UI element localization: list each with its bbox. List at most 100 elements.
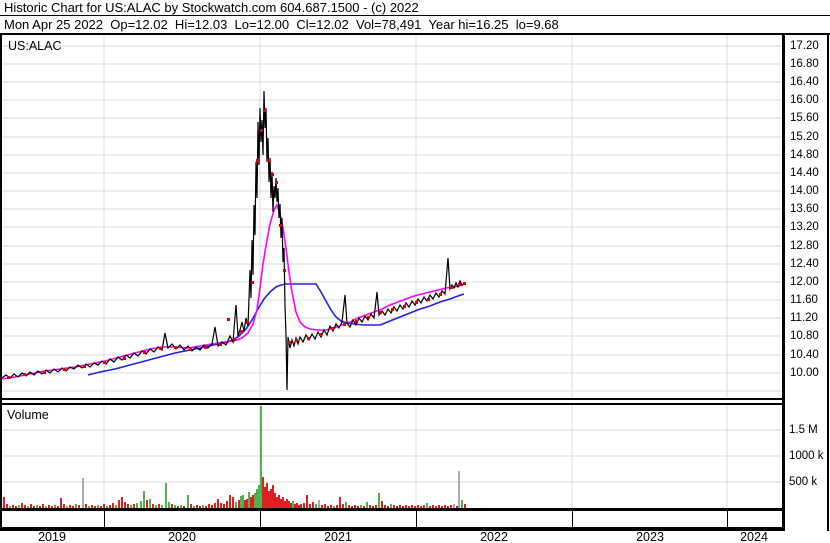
header-separator	[0, 15, 830, 16]
down-close-tick	[219, 343, 222, 346]
volume-bar	[278, 495, 280, 508]
year-tick	[416, 511, 417, 527]
volume-bar	[282, 497, 284, 508]
down-close-tick	[355, 320, 358, 323]
down-close-tick	[227, 318, 230, 321]
volume-bar	[378, 493, 380, 508]
price-tick-label: 14.40	[790, 167, 819, 179]
down-close-tick	[260, 129, 263, 132]
axis-column-divider	[782, 33, 785, 531]
symbol-label: US:ALAC	[8, 39, 62, 53]
volume-bar	[292, 501, 294, 508]
volume-bar	[339, 497, 341, 508]
main-chart-bottom-border	[0, 398, 785, 400]
price-tick-label: 10.40	[790, 349, 819, 361]
down-close-tick	[123, 357, 126, 360]
down-close-tick	[267, 159, 270, 162]
down-close-tick	[343, 323, 346, 326]
volume-bar	[268, 491, 270, 508]
year-label: 2021	[324, 530, 352, 543]
down-close-tick	[83, 365, 86, 368]
volume-bar	[244, 500, 246, 508]
down-close-tick	[143, 351, 146, 354]
down-close-tick	[174, 346, 177, 349]
down-close-tick	[307, 337, 310, 340]
volume-bar	[256, 489, 258, 508]
volume-bar	[60, 498, 62, 508]
price-tick-label: 11.20	[790, 312, 818, 324]
volume-bar	[258, 485, 260, 508]
down-close-tick	[233, 338, 236, 341]
price-tick-label: 15.60	[790, 112, 819, 124]
price-chart-svg	[2, 35, 782, 398]
price-tick-label: 15.20	[790, 131, 819, 143]
down-close-tick	[415, 301, 418, 304]
volume-bar	[260, 406, 262, 508]
volume-bar	[458, 471, 460, 508]
volume-bottom-border	[0, 508, 785, 511]
price-tick-label: 16.80	[790, 58, 819, 70]
year-label: 2023	[636, 530, 664, 543]
volume-bar	[240, 496, 242, 508]
volume-bar	[276, 497, 278, 508]
volume-bar	[232, 497, 234, 508]
price-tick-label: 10.00	[790, 367, 819, 379]
year-tick	[104, 511, 105, 527]
chart-title: Historic Chart for US:ALAC by Stockwatch…	[4, 0, 419, 15]
volume-bar	[272, 485, 274, 508]
price-tick-label: 16.40	[790, 76, 819, 88]
down-close-tick	[279, 224, 282, 227]
year-label: 2020	[168, 530, 196, 543]
volume-bar	[246, 499, 248, 508]
volume-bar	[270, 489, 272, 508]
volume-bar	[286, 499, 288, 508]
down-close-tick	[204, 346, 207, 349]
down-close-tick	[463, 282, 466, 285]
year-label: 2022	[480, 530, 508, 543]
volume-pane-label: Volume	[7, 408, 49, 422]
volume-bar	[306, 495, 308, 508]
volume-bar	[288, 501, 290, 508]
price-tick-label: 14.80	[790, 149, 819, 161]
volume-bar	[254, 493, 256, 508]
down-close-tick	[256, 159, 259, 162]
price-tick-label: 17.20	[790, 40, 819, 52]
volume-bar	[143, 491, 145, 508]
volume-bar	[118, 500, 120, 508]
volume-bar	[284, 501, 286, 508]
volume-bar	[149, 499, 151, 508]
volume-bar	[274, 493, 276, 508]
year-label: 2024	[740, 530, 768, 543]
price-tick-label: 11.60	[790, 294, 818, 306]
volume-bar	[252, 495, 254, 508]
price-tick-label: 12.40	[790, 258, 819, 270]
volume-bar	[226, 501, 228, 508]
price-tick-label: 10.80	[790, 330, 819, 342]
volume-bar	[266, 483, 268, 508]
price-tick-label: 13.20	[790, 221, 819, 233]
year-label: 2019	[38, 530, 66, 543]
fast-moving-average-line	[2, 203, 464, 380]
down-close-tick	[391, 308, 394, 311]
chart-quote-line: Mon Apr 25 2022 Op=12.02 Hi=12.03 Lo=12.…	[4, 17, 559, 32]
year-tick	[572, 511, 573, 527]
down-close-tick	[319, 333, 322, 336]
volume-bar	[140, 501, 142, 508]
down-close-tick	[450, 286, 453, 289]
down-close-tick	[7, 376, 10, 379]
volume-bar	[248, 492, 250, 508]
price-tick-label: 12.00	[790, 276, 819, 288]
volume-bar	[82, 478, 84, 508]
price-line	[2, 90, 466, 391]
volume-tick-label: 500 k	[789, 476, 818, 488]
volume-bar	[264, 487, 266, 508]
down-close-tick	[331, 327, 334, 330]
volume-bar	[3, 497, 5, 508]
down-close-tick	[23, 373, 26, 376]
down-close-tick	[379, 311, 382, 314]
volume-bar	[280, 499, 282, 508]
price-tick-label: 14.00	[790, 185, 819, 197]
volume-bar	[217, 499, 219, 508]
volume-bar	[381, 501, 383, 508]
chart-right-border	[827, 33, 829, 531]
